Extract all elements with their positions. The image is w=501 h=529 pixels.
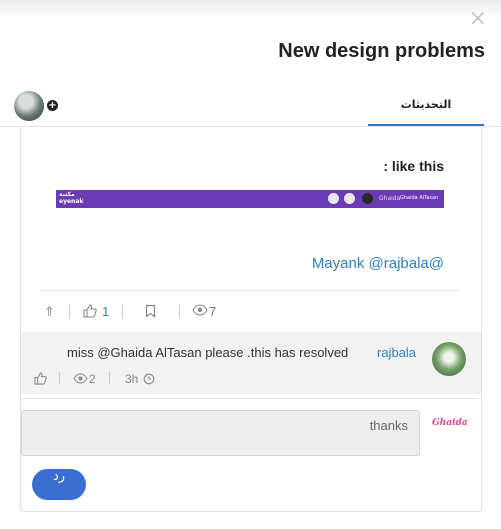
banner-logo: مكتبة eyenak [59,191,84,205]
reply-text: miss @Ghaida AlTasan please .this has re… [67,345,349,360]
views-count: 2 [89,372,96,386]
search-icon [328,193,339,204]
plus-icon[interactable]: + [47,100,58,111]
banner-user: Ghaida AlTasan [400,195,439,201]
chevron-up-icon[interactable]: ⇑ [44,304,55,320]
divider [109,372,110,384]
avatar[interactable] [14,91,44,121]
divider [122,305,123,318]
divider [179,305,180,318]
page-title: New design problems [278,40,485,62]
post-text: : like this [383,158,444,174]
divider [59,372,60,384]
clock-icon [143,373,155,388]
banner-brand: Ghaida [379,195,401,202]
likes-count: 1 [102,304,110,319]
divider [22,398,479,399]
reply-button[interactable]: رد [32,469,86,500]
eye-icon [192,304,208,319]
reply-time: 3h [125,372,139,386]
like-icon[interactable] [34,372,47,388]
bell-icon [344,193,355,204]
comment-input[interactable]: thanks [21,410,420,456]
tab-updates[interactable]: التحديثات [368,88,484,126]
eye-icon [73,373,88,387]
thumb-icon [83,304,97,318]
close-icon[interactable]: × [469,8,487,30]
views-count: 7 [209,304,217,319]
avatar[interactable] [432,342,466,376]
divider [69,305,70,318]
bookmark-icon[interactable] [145,304,156,321]
reply-username[interactable]: rajbala [377,345,416,360]
like-icon[interactable] [83,304,97,321]
brand-logo: Ghaida [432,418,468,428]
mention-text: Mayank @rajbala@ [311,255,444,272]
screenshot-banner: مكتبة eyenak Ghaida Ghaida AlTasan [56,190,444,208]
language-badge [362,193,373,204]
divider [40,290,459,291]
